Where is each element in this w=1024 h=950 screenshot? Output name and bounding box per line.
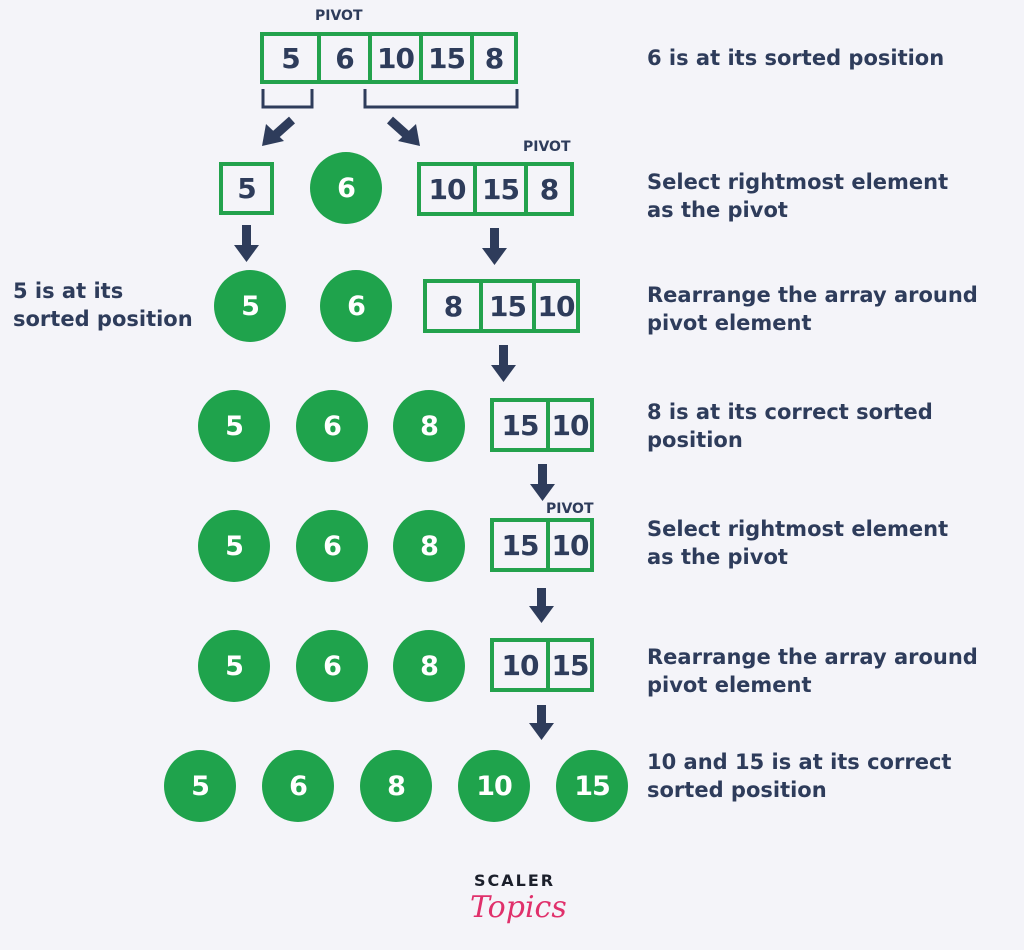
sorted-element: 6 bbox=[296, 390, 368, 462]
arrow-down-icon bbox=[529, 705, 554, 740]
step6-note: Rearrange the array around pivot element bbox=[647, 645, 978, 697]
sorted-element: 10 bbox=[458, 750, 530, 822]
sorted-element: 5 bbox=[214, 270, 286, 342]
sorted-element: 5 bbox=[198, 390, 270, 462]
pivot-label: PIVOT bbox=[523, 139, 571, 155]
step3-left-note: 5 is at its sorted position bbox=[13, 279, 193, 331]
sorted-element: 6 bbox=[320, 270, 392, 342]
sorted-element: 8 bbox=[393, 390, 465, 462]
sorted-element: 5 bbox=[198, 630, 270, 702]
sorted-element: 6 bbox=[262, 750, 334, 822]
arrow-down-icon bbox=[530, 464, 555, 501]
array-cell: 10 bbox=[501, 648, 540, 682]
array-step6: 10 15 bbox=[490, 638, 594, 692]
step5-note: Select rightmost element as the pivot bbox=[647, 517, 949, 569]
sorted-element: 8 bbox=[360, 750, 432, 822]
array-cell: 5 bbox=[237, 172, 256, 205]
sorted-element: 6 bbox=[310, 152, 382, 224]
step7-note: 10 and 15 is at its correct sorted posit… bbox=[647, 750, 952, 802]
array-cell: 10 bbox=[428, 172, 467, 206]
array-cell: 15 bbox=[479, 283, 532, 329]
array-cell: 8 bbox=[524, 166, 570, 212]
sorted-element: 5 bbox=[198, 510, 270, 582]
arrow-down-icon bbox=[529, 588, 554, 623]
pivot-label: PIVOT bbox=[546, 501, 594, 517]
array-step4: 15 10 bbox=[490, 398, 594, 452]
right-bracket bbox=[363, 89, 519, 109]
array-step2-left: 5 bbox=[219, 162, 274, 215]
array-step3: 8 15 10 bbox=[423, 279, 580, 333]
step2-note: Select rightmost element as the pivot bbox=[647, 170, 949, 222]
arrow-down-left-icon bbox=[262, 116, 296, 146]
sorted-element: 8 bbox=[393, 630, 465, 702]
sorted-element: 5 bbox=[164, 750, 236, 822]
sorted-element: 8 bbox=[393, 510, 465, 582]
array-cell: 8 bbox=[443, 289, 463, 323]
sorted-element: 6 bbox=[296, 630, 368, 702]
logo-topics: Topics bbox=[470, 890, 567, 925]
logo-scaler: SCALER bbox=[474, 871, 556, 890]
step3-note: Rearrange the array around pivot element bbox=[647, 283, 978, 335]
array-cell: 15 bbox=[473, 166, 524, 212]
array-step2-right: 10 15 8 bbox=[417, 162, 574, 216]
array-cell: 15 bbox=[501, 528, 540, 562]
array-cell: 10 bbox=[546, 522, 590, 568]
arrow-down-right-icon bbox=[386, 116, 420, 146]
arrow-down-icon bbox=[234, 225, 259, 262]
sorted-element: 15 bbox=[556, 750, 628, 822]
arrow-down-icon bbox=[482, 228, 507, 265]
array-cell: 15 bbox=[501, 408, 540, 442]
array-step5: 15 10 bbox=[490, 518, 594, 572]
array-cell: 10 bbox=[546, 402, 590, 448]
arrow-down-icon bbox=[491, 345, 516, 382]
array-cell: 10 bbox=[532, 283, 576, 329]
array-cell: 15 bbox=[546, 642, 590, 688]
sorted-element: 6 bbox=[296, 510, 368, 582]
step4-note: 8 is at its correct sorted position bbox=[647, 400, 933, 452]
left-bracket bbox=[261, 89, 314, 109]
